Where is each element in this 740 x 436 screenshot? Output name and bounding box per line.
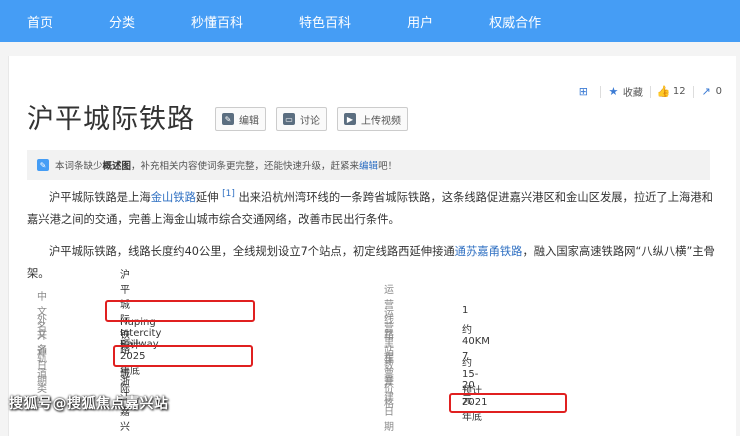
discuss-label: 讨论 — [300, 115, 320, 127]
link-tongsujiayong-railway[interactable]: 通苏嘉甬铁路 — [455, 245, 523, 258]
share-icon[interactable]: ↗ — [701, 85, 712, 98]
thumbs-up-icon[interactable]: 👍 — [657, 85, 671, 98]
para2-text-1: 沪平城际铁路，线路长度约40公里，全线规划设立7个站点，初定线路西延伸接通 — [49, 245, 455, 258]
missing-image-notice: ✎ 本词条缺少 概述图 ，补充相关内容使词条更完整，还能快速升级，赶紧来 编辑 吧！ — [27, 150, 710, 180]
notice-bold: 概述图 — [102, 161, 132, 172]
pencil-icon: ✎ — [222, 113, 234, 125]
summary-paragraph-2: 沪平城际铁路，线路长度约40公里，全线规划设立7个站点，初定线路西延伸接通通苏嘉… — [27, 241, 715, 285]
collect-label[interactable]: 收藏 — [623, 84, 643, 99]
page-title: 沪平城际铁路 — [27, 104, 195, 135]
summary-paragraph-1: 沪平城际铁路是上海金山铁路延伸 [1] 出来沿杭州湾环线的一条跨省城际铁路，这条… — [27, 183, 715, 231]
notice-suffix: 吧！ — [378, 161, 398, 172]
divider — [649, 85, 651, 98]
divider — [692, 85, 694, 98]
divider — [599, 85, 601, 98]
link-jinshan-railway[interactable]: 金山铁路 — [151, 191, 196, 204]
info-value: 约40KM — [462, 324, 490, 347]
para1-text-1: 沪平城际铁路是上海 — [49, 190, 151, 204]
edit-button[interactable]: ✎ 编辑 — [215, 107, 266, 131]
like-count: 12 — [672, 86, 686, 97]
highlight-box-start-date — [449, 393, 567, 413]
info-label: 开建日期 — [384, 376, 394, 433]
nav-featured-encyclopedia[interactable]: 特色百科 — [299, 12, 351, 31]
article-card: ⊞ ★ 收藏 👍 12 ↗ 0 沪平城际铁路 ✎ 编辑 ▭ 讨论 ▶ 上传视频 … — [8, 56, 736, 436]
add-icon[interactable]: ⊞ — [578, 85, 589, 98]
edit-note-icon: ✎ — [37, 159, 49, 171]
nav-authority-cooperation[interactable]: 权威合作 — [489, 12, 541, 31]
play-icon: ▶ — [344, 113, 356, 125]
upload-video-label: 上传视频 — [361, 115, 401, 127]
nav-category[interactable]: 分类 — [109, 12, 135, 31]
citation-1[interactable]: [1] — [222, 189, 235, 199]
nav-home[interactable]: 首页 — [27, 12, 53, 31]
para1-text-2: 延伸 — [195, 190, 219, 204]
notice-edit-link[interactable]: 编辑 — [359, 158, 378, 172]
highlight-box-chinese-name — [105, 300, 255, 322]
highlight-box-open-date — [113, 345, 253, 367]
article-tools: ⊞ ★ 收藏 👍 12 ↗ 0 — [578, 84, 722, 99]
edit-label: 编辑 — [239, 115, 259, 127]
notice-middle: ，补充相关内容使词条更完整，还能快速升级，赶紧来 — [131, 161, 360, 172]
comment-icon: ▭ — [283, 113, 295, 125]
nav-user[interactable]: 用户 — [407, 12, 433, 31]
upload-video-button[interactable]: ▶ 上传视频 — [337, 107, 408, 131]
share-count: 0 — [715, 86, 722, 97]
discuss-button[interactable]: ▭ 讨论 — [276, 107, 327, 131]
watermark: 搜狐号@搜狐焦点嘉兴站 — [9, 396, 169, 412]
notice-prefix: 本词条缺少 — [55, 161, 103, 172]
info-value: 1 — [462, 305, 469, 316]
top-nav: 首页 分类 秒懂百科 特色百科 用户 权威合作 — [0, 0, 740, 42]
nav-video-encyclopedia[interactable]: 秒懂百科 — [191, 12, 243, 31]
star-icon[interactable]: ★ — [608, 85, 619, 98]
